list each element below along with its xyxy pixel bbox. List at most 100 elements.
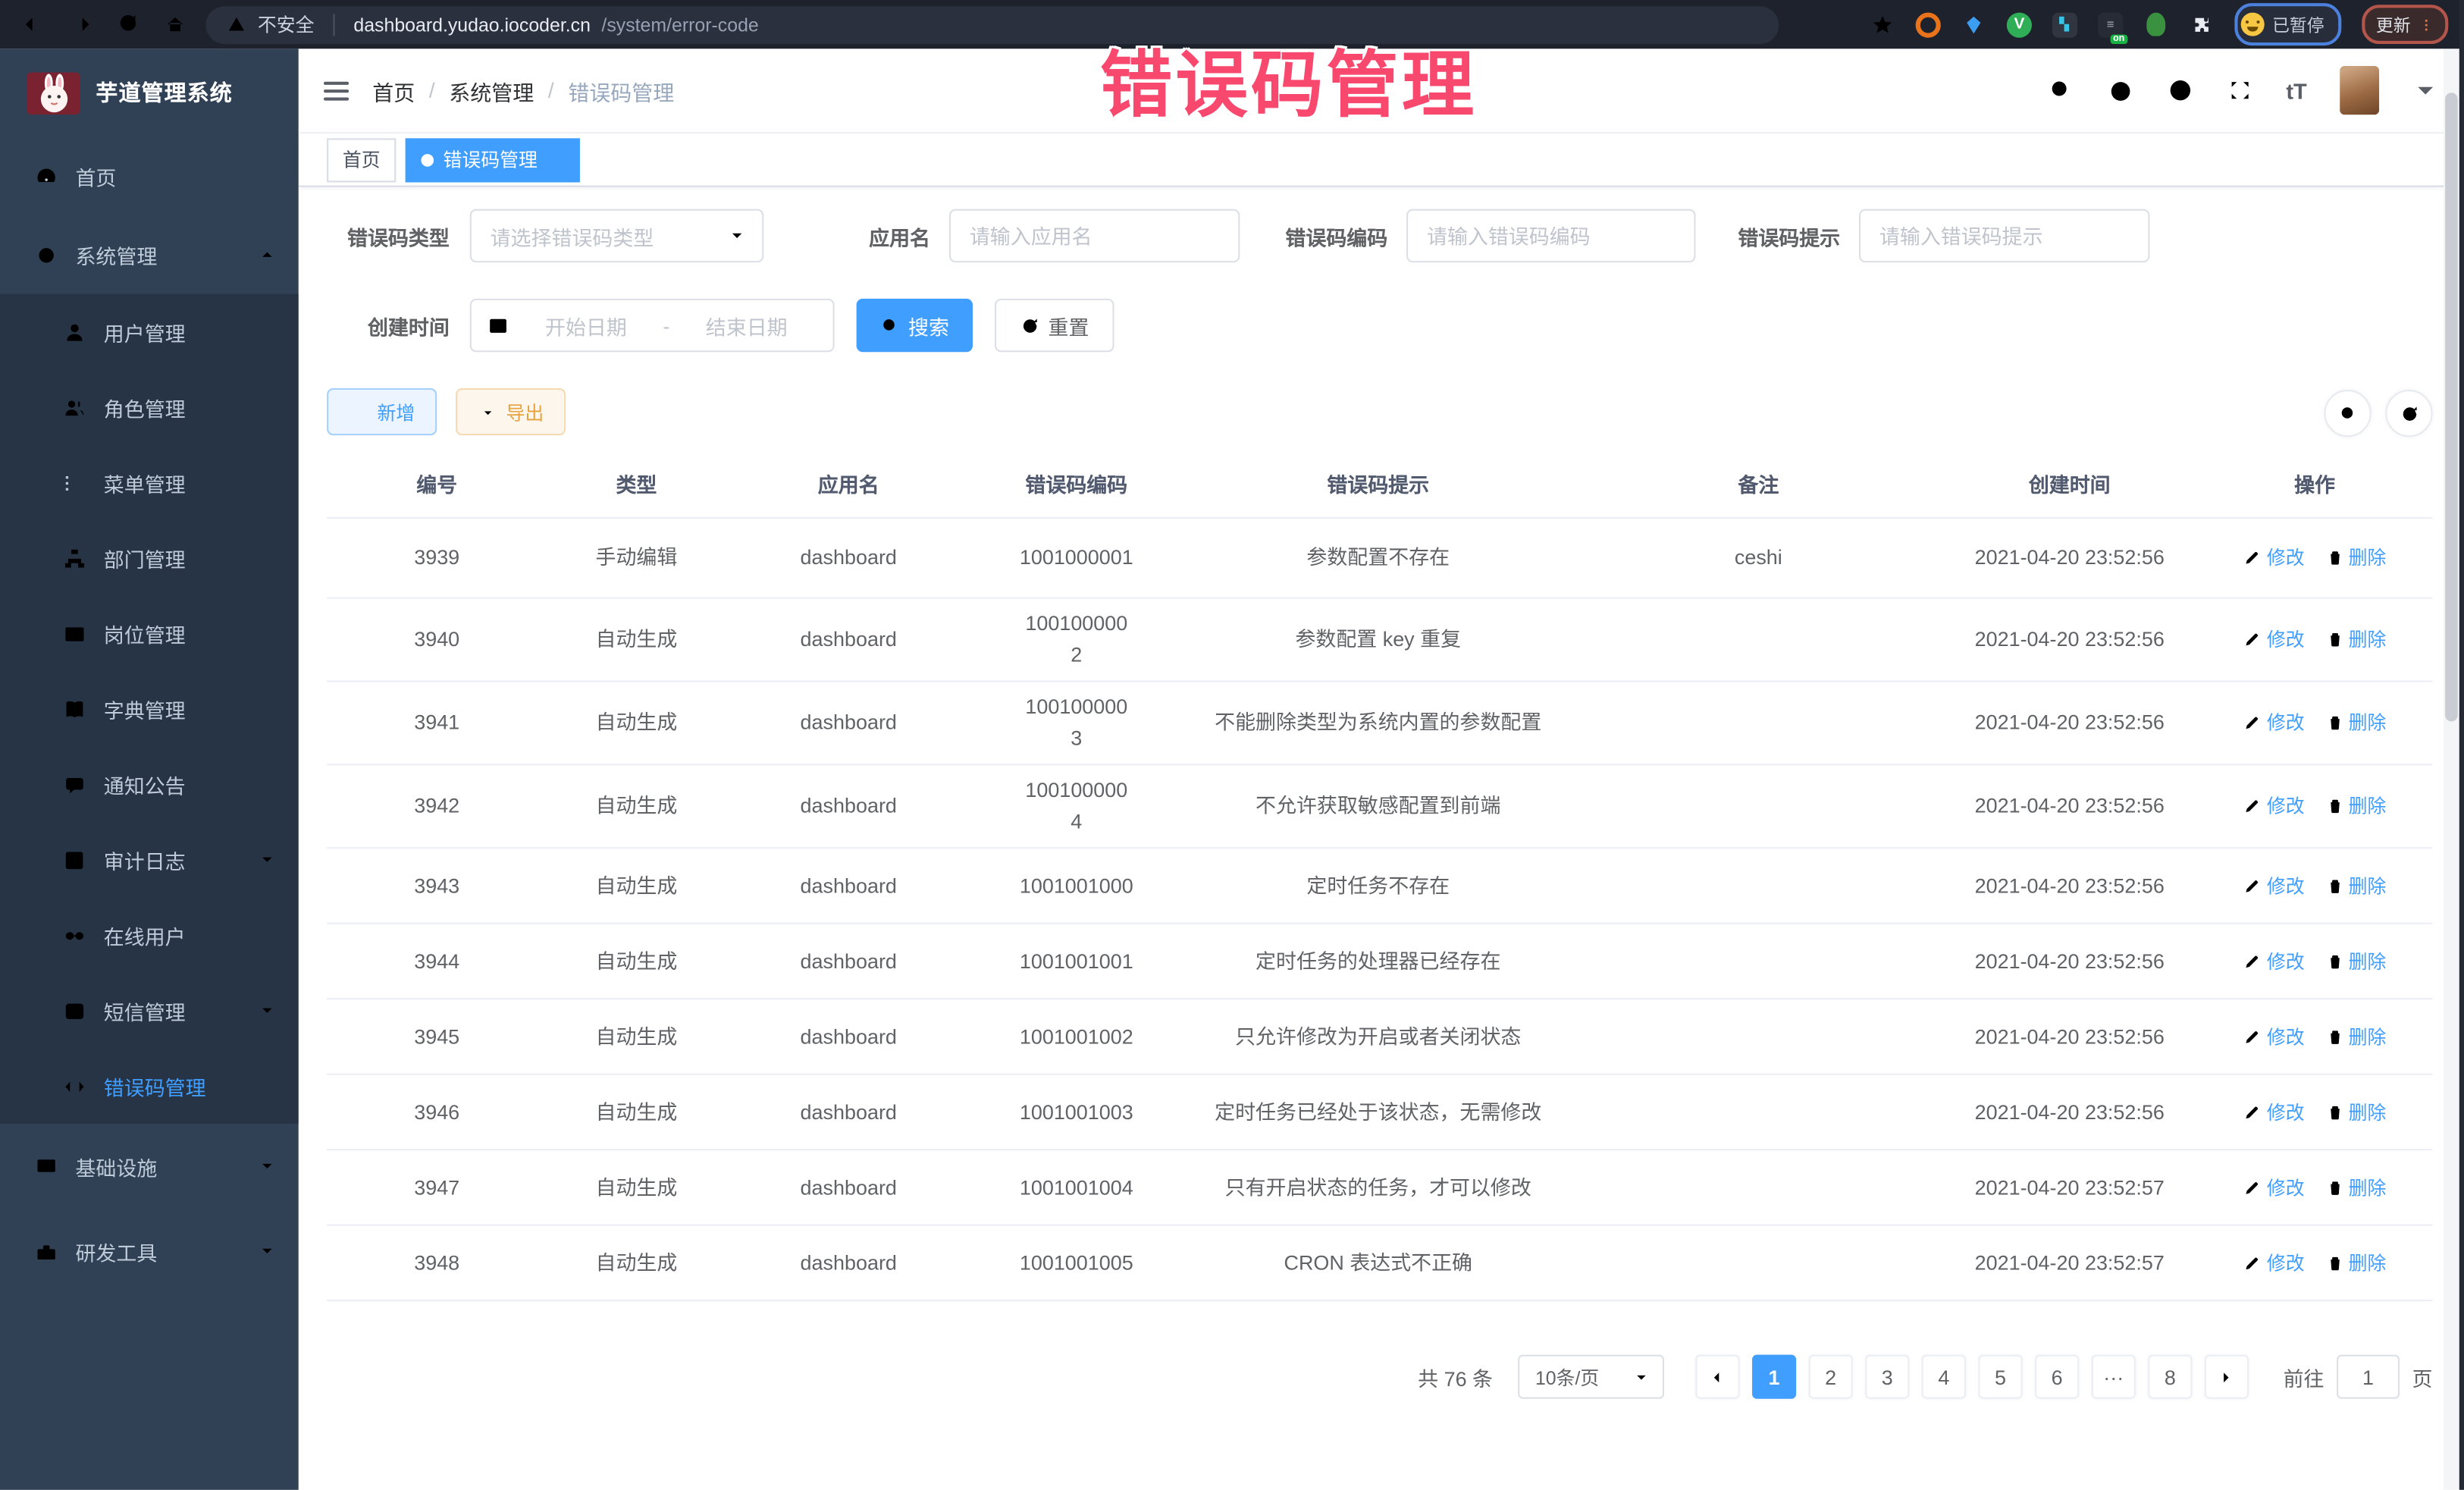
page-button-4[interactable]: 4	[1922, 1355, 1966, 1399]
edit-button[interactable]: 修改	[2243, 1247, 2305, 1278]
edit-button[interactable]: 修改	[2243, 542, 2305, 573]
edit-button[interactable]: 修改	[2243, 1021, 2305, 1052]
sidebar-item-error-code[interactable]: 错误码管理	[0, 1048, 299, 1123]
fullscreen-icon[interactable]	[2227, 77, 2253, 104]
page-button-8[interactable]: 8	[2148, 1355, 2192, 1399]
browser-menu-icon[interactable]	[2419, 15, 2434, 34]
delete-button[interactable]: 删除	[2325, 542, 2387, 573]
table-row[interactable]: 3943 自动生成 dashboard 1001001000 定时任务不存在 2…	[327, 849, 2432, 924]
table-row[interactable]: 3944 自动生成 dashboard 1001001001 定时任务的处理器已…	[327, 924, 2432, 999]
browser-profile-button[interactable]: 已暂停	[2234, 3, 2341, 45]
delete-button[interactable]: 删除	[2325, 946, 2387, 977]
error-type-select[interactable]: 请选择错误码类型	[470, 209, 764, 262]
search-icon[interactable]	[2047, 77, 2074, 104]
error-code-input[interactable]	[1408, 211, 1694, 261]
next-page-button[interactable]	[2205, 1355, 2249, 1399]
error-msg-input[interactable]	[1861, 211, 2148, 261]
scrollbar-thumb[interactable]	[2445, 93, 2458, 721]
goto-page-field[interactable]	[2337, 1355, 2400, 1399]
back-icon[interactable]	[22, 13, 45, 36]
add-button[interactable]: 新增	[327, 388, 437, 435]
page-size-select[interactable]: 10条/页	[1518, 1355, 1664, 1399]
delete-button[interactable]: 删除	[2325, 1021, 2387, 1052]
error-msg-field[interactable]	[1859, 209, 2149, 262]
export-button[interactable]: 导出	[456, 388, 566, 435]
edit-button[interactable]: 修改	[2243, 1096, 2305, 1128]
table-row[interactable]: 3948 自动生成 dashboard 1001001005 CRON 表达式不…	[327, 1226, 2432, 1301]
toggle-search-button[interactable]	[2324, 390, 2372, 437]
refresh-table-button[interactable]	[2385, 390, 2432, 437]
page-button-1[interactable]: 1	[1752, 1355, 1796, 1399]
table-row[interactable]: 3945 自动生成 dashboard 1001001002 只允许修改为开启或…	[327, 999, 2432, 1074]
page-scrollbar[interactable]	[2444, 49, 2459, 1490]
blue-gem-extension-icon[interactable]	[1961, 12, 1986, 37]
app-name-field[interactable]	[949, 209, 1240, 262]
table-row[interactable]: 3942 自动生成 dashboard 1001000004 不允许获取敏感配置…	[327, 765, 2432, 849]
delete-button[interactable]: 删除	[2325, 1247, 2387, 1278]
edit-button[interactable]: 修改	[2243, 946, 2305, 977]
tab-error-code[interactable]: 错误码管理	[406, 137, 580, 181]
green-monkey-extension-icon[interactable]	[2143, 12, 2168, 37]
edit-button[interactable]: 修改	[2243, 791, 2305, 822]
sidebar-item-dev-tools[interactable]: 研发工具	[0, 1209, 299, 1294]
table-row[interactable]: 3939 手动编辑 dashboard 1001000001 参数配置不存在 c…	[327, 519, 2432, 599]
page-button-6[interactable]: 6	[2035, 1355, 2079, 1399]
tab-home[interactable]: 首页	[327, 137, 396, 181]
delete-button[interactable]: 删除	[2325, 1096, 2387, 1128]
breadcrumb-home[interactable]: 首页	[372, 74, 415, 105]
page-button-3[interactable]: 3	[1865, 1355, 1909, 1399]
table-row[interactable]: 3946 自动生成 dashboard 1001001003 定时任务已经处于该…	[327, 1075, 2432, 1150]
home-icon[interactable]	[164, 13, 187, 36]
green-v-extension-icon[interactable]: V	[2007, 12, 2032, 37]
help-icon[interactable]	[2167, 77, 2193, 104]
orange-ring-extension-icon[interactable]	[1916, 12, 1941, 37]
error-code-field[interactable]	[1406, 209, 1695, 262]
reload-icon[interactable]	[116, 13, 140, 36]
github-icon[interactable]	[2107, 77, 2133, 104]
sidebar-item-audit-log[interactable]: 审计日志	[0, 822, 299, 897]
search-button[interactable]: 搜索	[857, 299, 973, 352]
page-button-5[interactable]: 5	[1978, 1355, 2022, 1399]
table-row[interactable]: 3941 自动生成 dashboard 1001000003 不能删除类型为系统…	[327, 682, 2432, 766]
delete-button[interactable]: 删除	[2325, 1172, 2387, 1203]
edit-button[interactable]: 修改	[2243, 870, 2305, 901]
delete-button[interactable]: 删除	[2325, 624, 2387, 655]
sidebar-item-menus[interactable]: 菜单管理	[0, 445, 299, 520]
sidebar-item-posts[interactable]: 岗位管理	[0, 596, 299, 671]
prev-page-button[interactable]	[1695, 1355, 1739, 1399]
reset-button[interactable]: 重置	[995, 299, 1114, 352]
sidebar-item-notices[interactable]: 通知公告	[0, 747, 299, 822]
sidebar-toggle-icon[interactable]	[324, 81, 349, 100]
page-ellipsis-button[interactable]: ···	[2092, 1355, 2136, 1399]
edit-button[interactable]: 修改	[2243, 1172, 2305, 1203]
font-size-icon[interactable]: tT	[2286, 78, 2306, 103]
sidebar-item-infrastructure[interactable]: 基础设施	[0, 1124, 299, 1209]
browser-update-button[interactable]: 更新	[2362, 5, 2448, 44]
close-icon[interactable]	[547, 151, 564, 168]
puzzle-extensions-icon[interactable]	[2189, 12, 2214, 37]
goto-page-input[interactable]	[2338, 1357, 2398, 1397]
user-avatar[interactable]	[2340, 66, 2379, 114]
delete-button[interactable]: 删除	[2325, 791, 2387, 822]
sidebar-item-home[interactable]: 首页	[0, 136, 299, 215]
dark-grid-extension-icon[interactable]: ▚	[2052, 12, 2077, 37]
app-logo-row[interactable]: 芋道管理系统	[0, 49, 299, 136]
table-row[interactable]: 3947 自动生成 dashboard 1001001004 只有开启状态的任务…	[327, 1150, 2432, 1225]
sidebar-item-departments[interactable]: 部门管理	[0, 520, 299, 595]
delete-button[interactable]: 删除	[2325, 707, 2387, 739]
bookmark-star-icon[interactable]	[1870, 12, 1895, 37]
forward-icon[interactable]	[69, 13, 92, 36]
sidebar-item-system[interactable]: 系统管理	[0, 215, 299, 294]
list-extension-icon[interactable]: ≡on	[2098, 12, 2123, 37]
breadcrumb-system[interactable]: 系统管理	[449, 74, 534, 105]
sidebar-item-sms[interactable]: 短信管理	[0, 973, 299, 1048]
page-button-2[interactable]: 2	[1809, 1355, 1853, 1399]
sidebar-item-online-users[interactable]: 在线用户	[0, 898, 299, 973]
app-name-input[interactable]	[951, 211, 1238, 261]
date-range-picker[interactable]: 开始日期 - 结束日期	[470, 299, 835, 352]
sidebar-item-roles[interactable]: 角色管理	[0, 369, 299, 444]
caret-down-icon[interactable]	[2412, 77, 2439, 104]
sidebar-item-dictionary[interactable]: 字典管理	[0, 671, 299, 746]
delete-button[interactable]: 删除	[2325, 870, 2387, 901]
edit-button[interactable]: 修改	[2243, 624, 2305, 655]
